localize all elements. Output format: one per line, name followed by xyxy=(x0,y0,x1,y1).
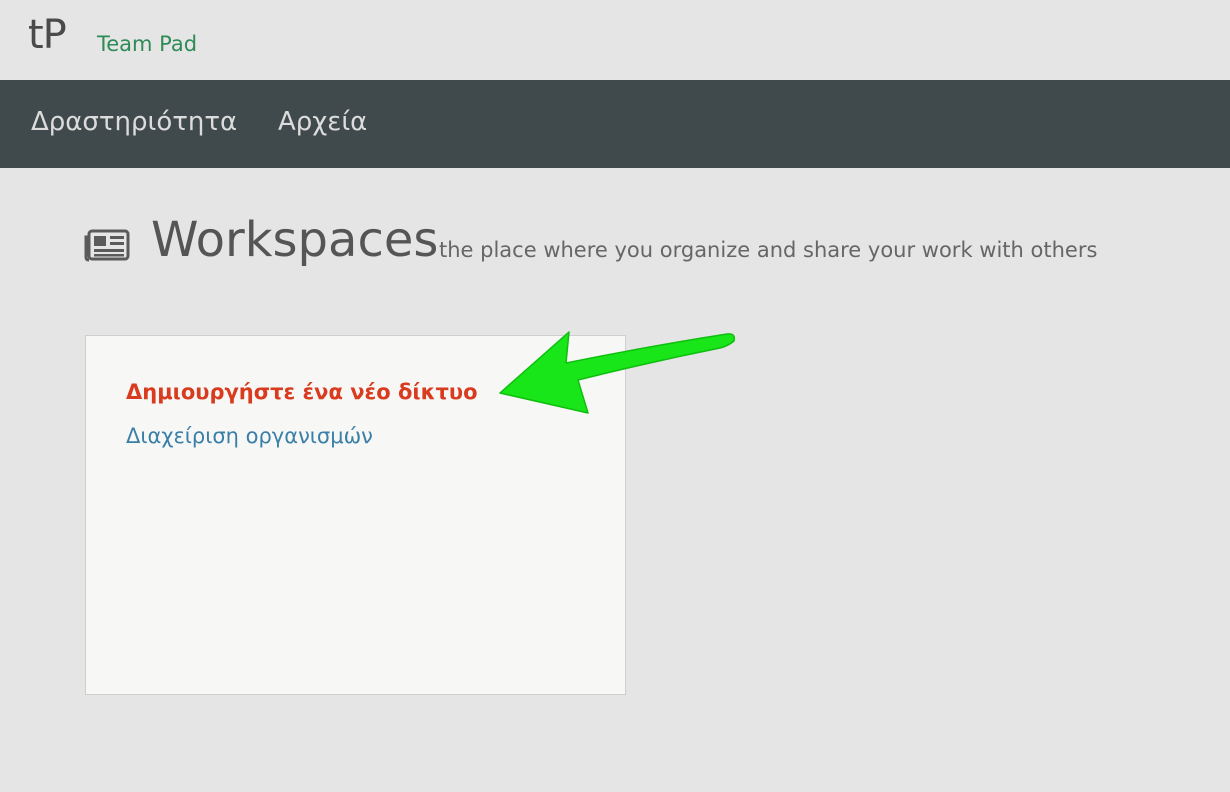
create-network-link[interactable]: Δημιουργήστε ένα νέο δίκτυο xyxy=(126,380,478,404)
nav-item-files[interactable]: Αρχεία xyxy=(278,107,367,137)
top-header: tP Team Pad xyxy=(0,0,1230,80)
newspaper-icon xyxy=(84,229,130,262)
app-name[interactable]: Team Pad xyxy=(97,32,197,56)
page-header: Workspaces the place where you organize … xyxy=(84,212,1184,282)
page-subtitle: the place where you organize and share y… xyxy=(439,238,1098,262)
workspace-card: Δημιουργήστε ένα νέο δίκτυο Διαχείριση ο… xyxy=(85,335,626,695)
nav-item-activity[interactable]: Δραστηριότητα xyxy=(31,107,237,137)
manage-organizations-link[interactable]: Διαχείριση οργανισμών xyxy=(126,424,373,448)
main-navigation: Δραστηριότητα Αρχεία xyxy=(0,80,1230,168)
page-title: Workspaces xyxy=(151,212,439,268)
app-logo[interactable]: tP xyxy=(28,12,67,58)
